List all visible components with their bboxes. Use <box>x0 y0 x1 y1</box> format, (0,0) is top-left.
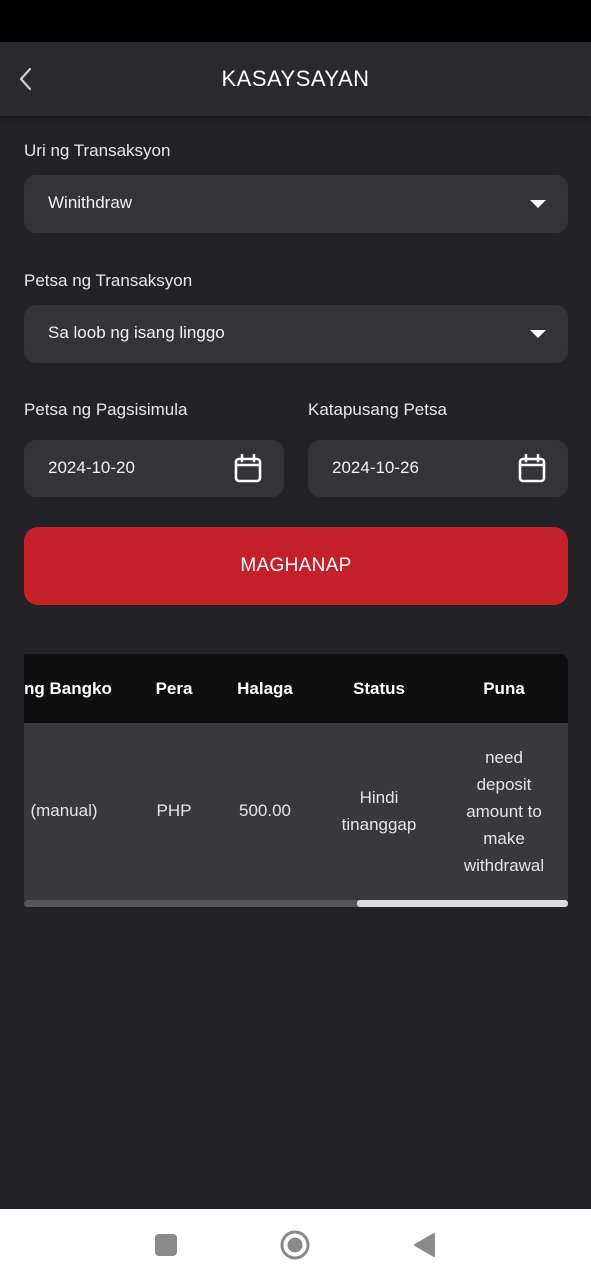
triangle-back-icon[interactable] <box>412 1232 436 1258</box>
cell-status-line: tinanggap <box>341 815 417 834</box>
column-header-amount: Halaga <box>237 679 293 698</box>
circle-home-icon[interactable] <box>279 1229 311 1261</box>
status-bar <box>0 0 591 42</box>
transaction-type-label: Uri ng Transaksyon <box>24 141 171 160</box>
results-table[interactable]: ng Bangko Pera Halaga Status Puna (manua… <box>24 654 568 908</box>
page-title: KASAYSAYAN <box>221 66 370 91</box>
start-date-value: 2024-10-20 <box>48 458 135 477</box>
start-date-label: Petsa ng Pagsisimula <box>24 400 188 419</box>
column-header-status: Status <box>353 679 405 698</box>
cell-note-line: need <box>485 748 523 767</box>
caret-down-icon <box>530 330 546 338</box>
column-header-currency: Pera <box>155 679 193 698</box>
column-header-note: Puna <box>483 679 525 698</box>
search-button[interactable]: MAGHANAP <box>24 527 568 605</box>
calendar-icon[interactable] <box>234 454 262 483</box>
transaction-date-value: Sa loob ng isang linggo <box>48 323 225 342</box>
end-date-input[interactable]: 2024-10-26 <box>308 440 568 497</box>
table-header: ng Bangko Pera Halaga Status Puna <box>24 654 568 723</box>
transaction-type-select[interactable]: Winithdraw <box>24 175 568 233</box>
cell-bank: (manual) <box>30 801 98 820</box>
cell-note-line: make <box>483 829 525 848</box>
table-row[interactable]: (manual) PHP 500.00 Hindi tinanggap need… <box>24 723 568 900</box>
column-header-bank: ng Bangko <box>24 679 112 698</box>
cell-currency: PHP <box>156 801 192 820</box>
cell-status-line: Hindi <box>359 788 399 807</box>
system-nav-bar <box>0 1209 591 1280</box>
calendar-icon[interactable] <box>518 454 546 483</box>
app-header: KASAYSAYAN <box>0 42 591 116</box>
end-date-label: Katapusang Petsa <box>308 400 447 419</box>
horizontal-scrollbar-thumb[interactable] <box>357 900 568 907</box>
cell-status: Hindi tinanggap <box>329 784 429 838</box>
cell-note-line: deposit <box>476 775 532 794</box>
cell-note: need deposit amount to make withdrawal <box>444 744 564 879</box>
transaction-date-select[interactable]: Sa loob ng isang linggo <box>24 305 568 363</box>
transaction-date-label: Petsa ng Transaksyon <box>24 271 193 290</box>
cell-note-line: withdrawal <box>463 856 545 875</box>
end-date-value: 2024-10-26 <box>332 458 419 477</box>
cell-amount: 500.00 <box>239 801 291 820</box>
cell-note-line: amount to <box>466 802 542 821</box>
start-date-input[interactable]: 2024-10-20 <box>24 440 284 497</box>
caret-down-icon <box>530 200 546 208</box>
transaction-type-value: Winithdraw <box>48 193 133 212</box>
square-icon[interactable] <box>154 1233 178 1257</box>
